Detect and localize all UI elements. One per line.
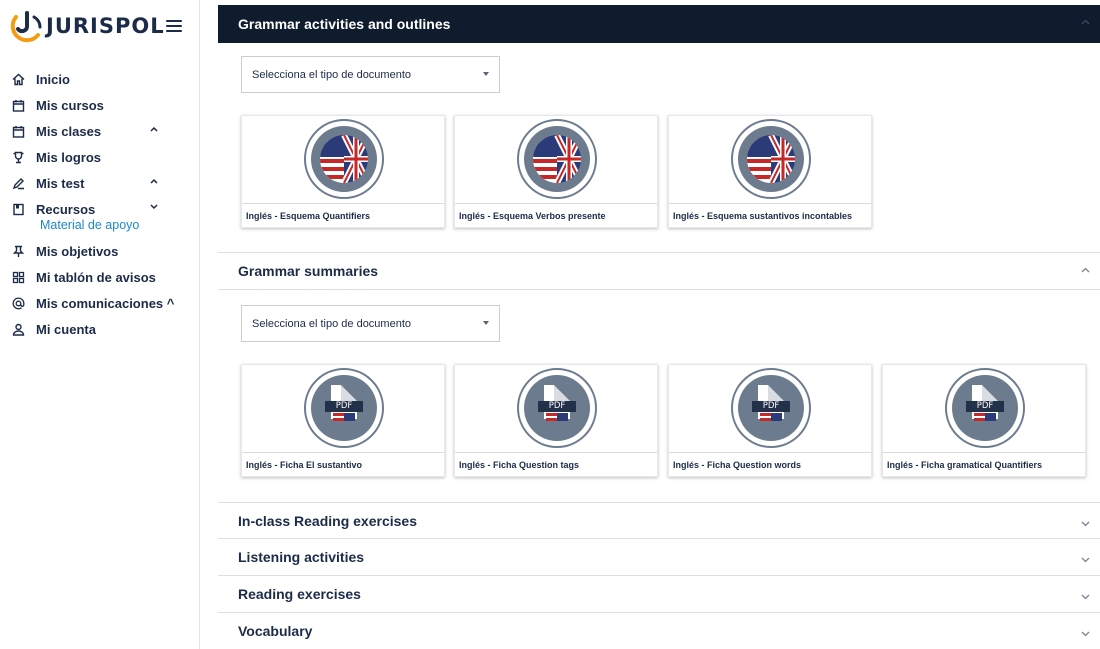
flag-mini-icon	[760, 413, 782, 421]
pdf-thumbnail: PDF	[731, 368, 811, 448]
logo[interactable]: JURISPOL	[10, 8, 165, 44]
sidebar-item-label: Mis test	[36, 175, 85, 191]
section-header-vocabulary[interactable]: Vocabulary	[218, 613, 1100, 649]
us-uk-flag-icon	[320, 135, 368, 183]
main-content: Grammar activities and outlines Seleccio…	[218, 0, 1100, 649]
sidebar-item-label: Inicio	[36, 71, 70, 87]
sidebar-item-mis-clases[interactable]: Mis clases	[0, 118, 200, 144]
grid-icon	[10, 269, 26, 285]
resource-card[interactable]: PDF Inglés - Ficha El sustantivo	[241, 364, 445, 477]
resource-card[interactable]: Inglés - Esquema Verbos presente	[454, 115, 658, 228]
card-title: Inglés - Esquema Quantifiers	[242, 203, 444, 227]
us-uk-flag-icon	[747, 135, 795, 183]
resource-card[interactable]: PDF Inglés - Ficha gramatical Quantifier…	[882, 364, 1086, 477]
pdf-thumbnail: PDF	[517, 368, 597, 448]
sidebar-item-label: Mis comunicaciones ^	[36, 295, 175, 311]
section-header-listening[interactable]: Listening activities	[218, 539, 1100, 576]
sidebar-item-inicio[interactable]: Inicio	[0, 66, 200, 92]
pdf-label: PDF	[752, 401, 790, 412]
document-type-select[interactable]: Selecciona el tipo de documento	[241, 305, 500, 342]
sidebar-item-label: Mis clases	[36, 123, 102, 139]
chevron-up-icon	[1081, 17, 1090, 28]
sidebar-item-label: Mis cursos	[36, 97, 104, 113]
select-value: Selecciona el tipo de documento	[252, 317, 411, 330]
resource-card[interactable]: Inglés - Esquema Quantifiers	[241, 115, 445, 228]
us-uk-flag-icon	[533, 135, 581, 183]
sidebar-item-mis-cursos[interactable]: Mis cursos	[0, 92, 200, 118]
sidebar-item-mis-logros[interactable]: Mis logros	[0, 144, 200, 170]
section-header-in-class-reading[interactable]: In-class Reading exercises	[218, 502, 1100, 539]
book-icon	[10, 201, 26, 217]
select-value: Selecciona el tipo de documento	[252, 68, 411, 81]
flag-thumbnail	[731, 119, 811, 199]
flag-mini-icon	[546, 413, 568, 421]
card-title: Inglés - Ficha Question words	[669, 452, 871, 476]
section-title: In-class Reading exercises	[238, 512, 417, 529]
sidebar-item-recursos[interactable]: Recursos	[0, 196, 200, 222]
card-title: Inglés - Ficha Question tags	[455, 452, 657, 476]
sidebar-item-mis-test[interactable]: Mis test	[0, 170, 200, 196]
section-header-grammar-summaries[interactable]: Grammar summaries	[218, 252, 1100, 290]
sidebar-item-mis-comunicaciones[interactable]: Mis comunicaciones ^	[0, 290, 200, 316]
sidebar-item-label: Mis logros	[36, 149, 102, 165]
flag-mini-icon	[333, 413, 355, 421]
chevron-down-icon	[1081, 519, 1090, 530]
card-title: Inglés - Ficha El sustantivo	[242, 452, 444, 476]
sidebar-item-label: Mi tablón de avisos	[36, 269, 156, 285]
home-icon	[10, 71, 26, 87]
chevron-down-icon	[1081, 592, 1090, 603]
pdf-label: PDF	[966, 401, 1004, 412]
resource-card[interactable]: PDF Inglés - Ficha Question tags	[454, 364, 658, 477]
sidebar-nav: Inicio Mis cursos Mis clases Mis logros	[0, 66, 200, 342]
chevron-up-icon[interactable]	[150, 124, 158, 135]
card-title: Inglés - Esquema Verbos presente	[455, 203, 657, 227]
pdf-label: PDF	[538, 401, 576, 412]
card-title: Inglés - Ficha gramatical Quantifiers	[883, 452, 1085, 476]
logo-mark-icon	[10, 9, 44, 43]
pdf-label: PDF	[325, 401, 363, 412]
section-header-reading[interactable]: Reading exercises	[218, 576, 1100, 613]
sidebar-item-mis-objetivos[interactable]: Mis objetivos	[0, 238, 200, 264]
caret-down-icon	[483, 72, 489, 76]
calendar-icon	[10, 97, 26, 113]
chevron-up-icon	[1081, 265, 1090, 276]
document-type-select[interactable]: Selecciona el tipo de documento	[241, 56, 500, 93]
resource-card[interactable]: Inglés - Esquema sustantivos incontables	[668, 115, 872, 228]
pencil-icon	[10, 175, 26, 191]
sidebar-item-label: Recursos	[36, 201, 96, 217]
sidebar-item-mi-tablon-de-avisos[interactable]: Mi tablón de avisos	[0, 264, 200, 290]
menu-toggle-icon[interactable]	[166, 20, 182, 32]
pin-icon	[10, 243, 26, 259]
sidebar-item-mi-cuenta[interactable]: Mi cuenta	[0, 316, 200, 342]
resource-card[interactable]: PDF Inglés - Ficha Question words	[668, 364, 872, 477]
chevron-down-icon[interactable]	[150, 202, 158, 213]
chevron-up-icon[interactable]	[150, 176, 158, 187]
calendar-icon	[10, 123, 26, 139]
section-title: Grammar summaries	[238, 263, 379, 279]
caret-down-icon	[483, 321, 489, 325]
section-title: Grammar activities and outlines	[238, 16, 451, 32]
sidebar: JURISPOL Inicio Mis cursos Mis clases Mi…	[0, 0, 200, 649]
section-title: Vocabulary	[238, 623, 313, 639]
chevron-down-icon	[1081, 629, 1090, 640]
section-header-grammar-activities[interactable]: Grammar activities and outlines	[218, 5, 1100, 43]
card-title: Inglés - Esquema sustantivos incontables	[669, 203, 871, 227]
pdf-thumbnail: PDF	[304, 368, 384, 448]
section-title: Reading exercises	[238, 586, 361, 602]
flag-thumbnail	[517, 119, 597, 199]
at-icon	[10, 295, 26, 311]
flag-mini-icon	[974, 413, 996, 421]
user-icon	[10, 321, 26, 337]
pdf-thumbnail: PDF	[945, 368, 1025, 448]
sidebar-item-label: Mi cuenta	[36, 321, 96, 337]
brand-name: JURISPOL	[46, 14, 165, 38]
sidebar-item-label: Mis objetivos	[36, 243, 119, 259]
flag-thumbnail	[304, 119, 384, 199]
trophy-icon	[10, 149, 26, 165]
chevron-down-icon	[1081, 555, 1090, 566]
section-title: Listening activities	[238, 549, 365, 565]
